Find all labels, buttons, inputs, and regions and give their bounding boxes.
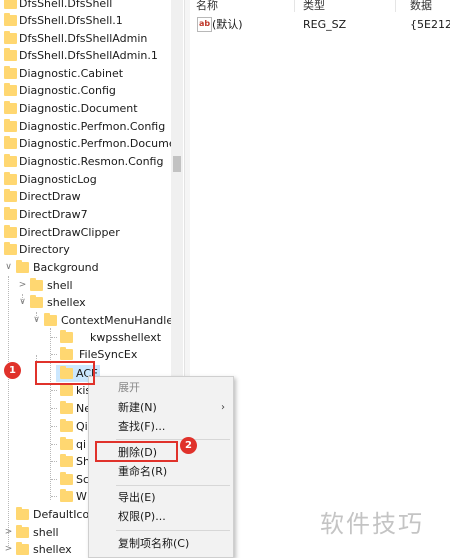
tree-connector [51, 479, 57, 480]
folder-icon [60, 437, 73, 450]
value-row[interactable]: ab (默认) REG_SZ {5E2121 [190, 0, 450, 40]
menu-separator [116, 485, 230, 486]
value-name: (默认) [212, 18, 243, 31]
tree-connector [51, 337, 57, 338]
value-type: REG_SZ [303, 18, 347, 31]
chevron-right-icon[interactable]: > [18, 277, 27, 294]
watermark: 软件技巧 [320, 510, 424, 538]
folder-icon [4, 119, 17, 132]
menu-separator [116, 530, 230, 531]
folder-icon [16, 525, 29, 538]
menu-item-export[interactable]: 导出(E) [89, 489, 233, 507]
folder-icon [4, 225, 17, 238]
folder-icon [60, 454, 73, 467]
highlight-box-delete [95, 441, 178, 462]
folder-icon [4, 189, 17, 202]
tree-connector [51, 390, 57, 391]
folder-icon [30, 278, 43, 291]
folder-icon [4, 66, 17, 79]
folder-icon [60, 383, 73, 396]
menu-item-expand[interactable]: 展开 [89, 379, 233, 397]
tree-connector [51, 354, 57, 355]
folder-icon [60, 472, 73, 485]
folder-icon [4, 13, 17, 26]
folder-icon [44, 313, 57, 326]
menu-item-copy-key-name[interactable]: 复制项名称(C) [89, 535, 233, 553]
folder-icon [60, 401, 73, 414]
folder-icon [16, 260, 29, 273]
folder-icon [4, 207, 17, 220]
folder-icon [60, 489, 73, 502]
folder-icon [4, 101, 17, 114]
menu-item-new[interactable]: 新建(N) › [89, 399, 233, 417]
menu-item-permissions[interactable]: 权限(P)... [89, 508, 233, 526]
highlight-box-ace [35, 361, 95, 385]
folder-icon [60, 347, 73, 360]
folder-icon [60, 419, 73, 432]
folder-icon [4, 0, 17, 9]
chevron-right-icon[interactable]: > [4, 541, 13, 558]
folder-icon [4, 31, 17, 44]
folder-icon [4, 242, 17, 255]
value-data: {5E2121 [410, 18, 450, 31]
string-value-icon: ab [197, 17, 212, 32]
submenu-arrow-icon: › [221, 402, 225, 413]
tree-connector [51, 408, 57, 409]
folder-icon [16, 542, 29, 555]
tree-connector [51, 496, 57, 497]
step-badge-1: 1 [4, 362, 21, 379]
scrollbar-thumb[interactable] [173, 156, 181, 172]
folder-icon [4, 83, 17, 96]
tree-connector [51, 444, 57, 445]
folder-icon [4, 172, 17, 185]
tree-connector [51, 426, 57, 427]
chevron-right-icon[interactable]: > [4, 524, 13, 541]
folder-icon [4, 48, 17, 61]
tree-connector [8, 276, 9, 546]
folder-icon [4, 136, 17, 149]
chevron-down-icon[interactable]: ∨ [32, 312, 41, 329]
chevron-down-icon[interactable]: ∨ [18, 294, 27, 311]
folder-icon [60, 330, 73, 343]
step-badge-2: 2 [180, 437, 197, 454]
menu-separator [116, 439, 230, 440]
chevron-down-icon[interactable]: ∨ [4, 259, 13, 276]
folder-icon [30, 295, 43, 308]
context-menu: 展开 新建(N) › 查找(F)... 删除(D) 重命名(R) 导出(E) 权限… [88, 376, 234, 558]
tree-connector [51, 461, 57, 462]
folder-icon [4, 154, 17, 167]
folder-icon [16, 507, 29, 520]
menu-item-rename[interactable]: 重命名(R) [89, 463, 233, 481]
menu-item-find[interactable]: 查找(F)... [89, 418, 233, 436]
